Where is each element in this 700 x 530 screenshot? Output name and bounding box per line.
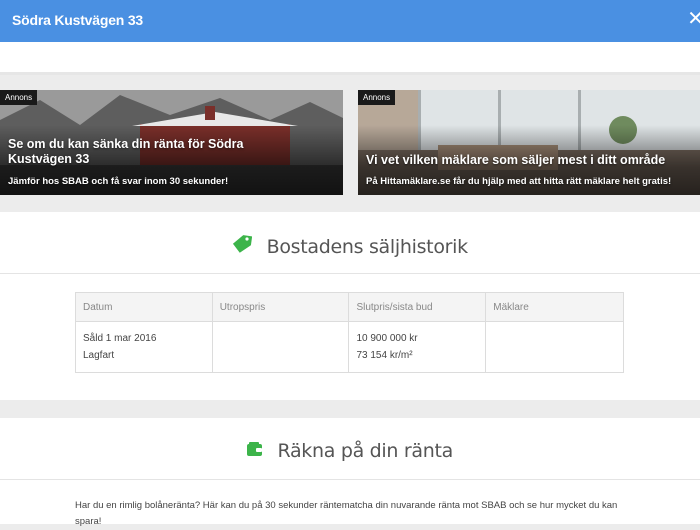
close-icon[interactable]: ✕ [687, 9, 700, 29]
sales-history-table: Datum Utropspris Slutpris/sista bud Mäkl… [75, 292, 624, 373]
ad-headline[interactable]: Se om du kan sänka din ränta för Södra K… [8, 137, 308, 167]
sale-date: Såld 1 mar 2016 [83, 333, 157, 344]
price-per-sqm: 73 154 kr/m² [356, 350, 413, 361]
final-price: 10 900 000 kr [356, 333, 418, 344]
top-strip [0, 42, 700, 72]
ad-card-sbab[interactable]: Annons Se om du kan sänka din ränta för … [0, 90, 343, 195]
page-title: Södra Kustvägen 33 [12, 12, 143, 28]
final-price-cell: 10 900 000 kr 73 154 kr/m² [348, 321, 487, 373]
divider [0, 400, 700, 418]
ad-subline: Jämför hos SBAB och få svar inom 30 seku… [8, 176, 229, 187]
column-header: Utropspris [211, 292, 350, 322]
ad-card-hittamaklare[interactable]: Annons Vi vet vilken mäklare som säljer … [358, 90, 700, 195]
ad-area: Annons Se om du kan sänka din ränta för … [0, 75, 700, 210]
sales-history-section: Bostadens säljhistorik Datum Utropspris … [0, 212, 700, 400]
asking-price-cell [211, 321, 350, 373]
ad-badge: Annons [358, 90, 396, 105]
wallet-icon [247, 441, 263, 461]
rate-section: Räkna på din ränta Har du en rimlig bolå… [0, 418, 700, 527]
table-row: Såld 1 mar 2016 Lagfart 10 900 000 kr 73… [75, 321, 624, 373]
broker-cell [485, 321, 624, 373]
ad-badge: Annons [0, 90, 38, 105]
rate-description: Har du en rimlig bolåneränta? Här kan du… [75, 500, 618, 527]
column-header: Mäklare [485, 292, 624, 322]
date-cell: Såld 1 mar 2016 Lagfart [75, 321, 213, 373]
section-header: Räkna på din ränta [0, 418, 700, 480]
column-header: Slutpris/sista bud [348, 292, 487, 322]
section-title: Bostadens säljhistorik [266, 235, 469, 258]
section-header: Bostadens säljhistorik [0, 212, 700, 274]
header-bar: Södra Kustvägen 33 ✕ [0, 0, 700, 42]
ad-headline[interactable]: Vi vet vilken mäklare som säljer mest i … [366, 153, 698, 168]
ad-subline: På Hittamäklare.se får du hjälp med att … [366, 176, 672, 187]
sale-type: Lagfart [83, 350, 115, 361]
price-tag-icon [232, 234, 253, 259]
column-header: Datum [75, 292, 213, 322]
section-title: Räkna på din ränta [277, 440, 453, 462]
table-header-row: Datum Utropspris Slutpris/sista bud Mäkl… [75, 292, 624, 322]
